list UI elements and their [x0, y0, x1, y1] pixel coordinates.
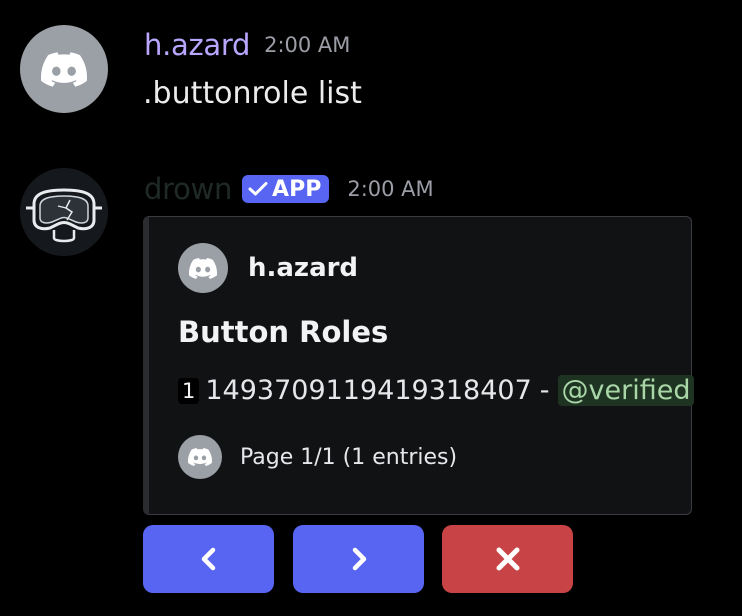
close-icon: [496, 547, 519, 571]
message-header: drown APP 2:00 AM: [144, 172, 434, 206]
message-header: h.azard 2:00 AM: [144, 28, 350, 62]
separator: -: [539, 375, 550, 406]
role-mention[interactable]: @verified: [557, 375, 695, 406]
discord-logo-icon: [41, 52, 87, 87]
timestamp: 2:00 AM: [264, 33, 351, 57]
checkmark-icon: [248, 182, 268, 196]
chevron-left-icon: [201, 547, 215, 571]
user-avatar[interactable]: [20, 25, 108, 113]
embed-author-avatar[interactable]: [178, 243, 228, 293]
previous-page-button[interactable]: [143, 525, 274, 593]
role-id: 1493709119419318407: [205, 375, 532, 406]
index-code: 1: [178, 377, 200, 404]
username[interactable]: drown: [144, 172, 232, 206]
timestamp: 2:00 AM: [347, 177, 434, 201]
bot-avatar[interactable]: [20, 168, 108, 256]
discord-logo-icon: [188, 448, 212, 466]
embed-description: 1 1493709119419318407 - @verified: [178, 375, 695, 406]
app-badge: APP: [242, 175, 330, 203]
footer-text: Page 1/1 (1 entries): [240, 444, 458, 470]
message-1: h.azard 2:00 AM .buttonrole list: [0, 0, 742, 150]
embed-card: h.azard Button Roles 1 14937091194193184…: [143, 216, 695, 515]
embed-title: Button Roles: [178, 315, 389, 349]
username[interactable]: h.azard: [144, 28, 250, 62]
message-content: .buttonrole list: [143, 76, 362, 111]
chevron-right-icon: [352, 547, 366, 571]
close-button[interactable]: [442, 525, 573, 593]
app-badge-label: APP: [272, 176, 322, 202]
goggles-mask-icon: [20, 168, 108, 256]
embed-footer: Page 1/1 (1 entries): [178, 435, 457, 479]
embed-author: h.azard: [178, 243, 358, 293]
footer-avatar: [178, 435, 222, 479]
embed-author-name[interactable]: h.azard: [248, 253, 358, 283]
next-page-button[interactable]: [293, 525, 424, 593]
discord-logo-icon: [189, 258, 217, 279]
